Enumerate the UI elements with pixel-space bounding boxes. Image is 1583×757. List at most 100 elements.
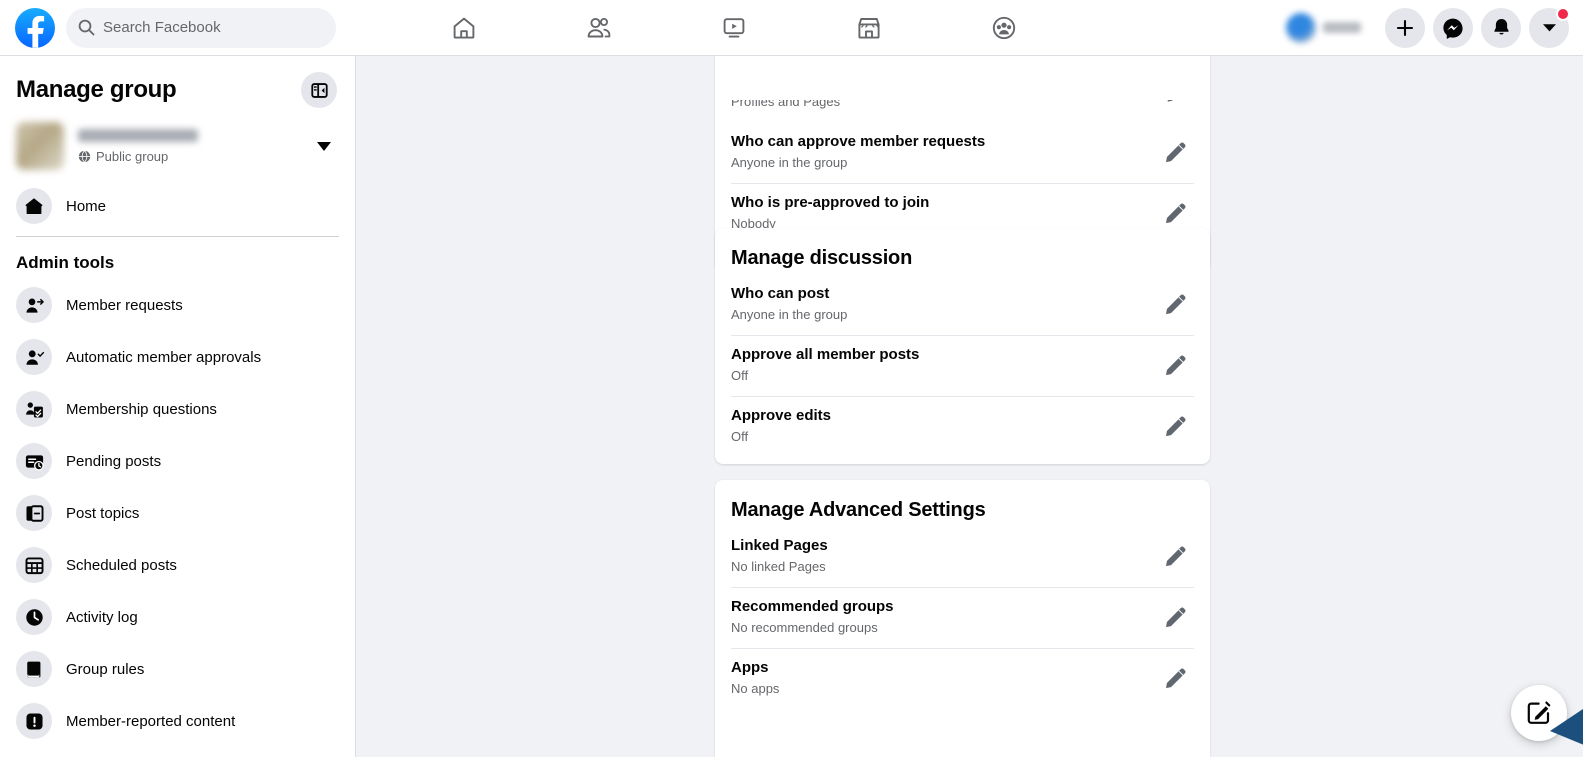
setting-value: Off [731,429,749,444]
sidebar-divider [16,236,339,237]
search-box[interactable] [66,7,336,48]
profile-chip[interactable] [1282,10,1371,46]
post-topics-icon [16,495,52,531]
nav-tab-home[interactable] [408,4,520,52]
setting-value: Anyone in the group [731,307,848,322]
edit-button[interactable] [1158,195,1194,231]
group-privacy-label: Public group [96,148,169,164]
sidebar-item-label: Group rules [66,660,145,678]
sidebar-item-label: Scheduled posts [66,556,177,574]
card-title: Manage Advanced Settings [731,499,986,521]
page-title: Manage group [16,76,177,103]
sidebar-item-home[interactable]: Home [0,180,355,232]
compose-button[interactable] [1511,685,1567,741]
setting-label: Who can post [731,285,830,302]
sidebar-item-label: Pending posts [66,452,162,470]
setting-row-linked-pages[interactable]: Linked Pages No linked Pages [715,526,1210,587]
nav-tab-groups[interactable] [948,4,1060,52]
edit-button[interactable] [1158,599,1194,635]
pencil-icon [1166,668,1186,689]
setting-row-apps[interactable]: Apps No apps [715,648,1210,709]
nav-tab-marketplace[interactable] [813,4,925,52]
sidebar-item-automatic-member-approvals[interactable]: Automatic member approvals [0,331,355,383]
create-button[interactable] [1385,7,1425,48]
pencil-icon [1166,546,1186,567]
bell-icon [1493,19,1509,35]
pencil-icon [1166,203,1186,224]
notifications-button[interactable] [1481,7,1521,48]
setting-label: Who is pre-approved to join [731,194,930,211]
main-content: Profiles and Pages Who can approve membe… [356,56,1583,757]
apps-edit-button[interactable] [1158,660,1194,696]
pencil-icon [1166,607,1186,628]
setting-value: Anyone in the group [731,155,848,170]
card-title: Manage discussion [731,247,913,269]
reported-content-icon [16,703,52,739]
sidebar-item-pending-posts[interactable]: Pending posts [0,435,355,487]
pencil-icon [1167,100,1173,102]
compose-icon [1527,701,1551,724]
setting-row-recommended-groups[interactable]: Recommended groups No recommended groups [715,587,1210,648]
activity-log-icon [16,599,52,635]
setting-value: No apps [731,681,780,696]
group-privacy: Public group [78,149,317,164]
scheduled-posts-icon [16,547,52,583]
facebook-logo-icon[interactable] [15,7,55,48]
edit-button[interactable] [1158,134,1194,170]
setting-value: Profiles and Pages [731,100,841,109]
membership-questions-icon [16,391,52,427]
nav-tab-friends[interactable] [543,4,655,52]
sidebar-item-label: Member requests [66,296,183,314]
group-selector[interactable]: Public group [0,116,355,180]
profile-name-redacted [1323,22,1361,33]
sidebar-item-membership-questions[interactable]: Membership questions [0,383,355,435]
setting-label: Recommended groups [731,598,894,615]
search-input[interactable] [103,19,324,36]
groups-icon [992,16,1015,39]
group-avatar [16,122,64,170]
sidebar-item-group-rules[interactable]: Group rules [0,643,355,695]
marketplace-icon [857,17,880,39]
pencil-icon [1166,355,1186,376]
plus-icon [1396,19,1414,36]
edit-button[interactable] [1158,347,1194,383]
sidebar-item-member-reported-content[interactable]: Member-reported content [0,695,355,747]
home-icon [16,188,52,224]
edit-button[interactable] [1158,408,1194,444]
panel-collapse-icon[interactable] [301,72,337,108]
setting-row-approve-edits[interactable]: Approve edits Off [715,396,1210,457]
notification-badge [1556,6,1570,21]
messenger-icon [1443,18,1463,39]
nav-tabs [396,0,1071,56]
sidebar-item-label: Member-reported content [66,712,236,730]
sidebar-item-scheduled-posts[interactable]: Scheduled posts [0,539,355,591]
group-rules-icon [16,651,52,687]
sidebar-item-member-requests[interactable]: Member requests [0,279,355,331]
top-navigation-bar [0,0,1583,56]
edit-button[interactable] [1158,538,1194,574]
automatic-approvals-icon [16,339,52,375]
nav-tab-video[interactable] [678,4,790,52]
sidebar-item-label: Automatic member approvals [66,348,262,366]
setting-row-profiles-and-pages[interactable]: Profiles and Pages [715,100,1210,122]
sidebar-item-label: Home [66,197,107,215]
chevron-down-icon[interactable] [317,141,331,151]
setting-label: Approve all member posts [731,346,920,363]
pencil-icon [1166,416,1186,437]
home-icon [453,17,474,39]
edit-button[interactable] [1158,100,1194,111]
setting-row-who-can-post[interactable]: Who can post Anyone in the group [715,274,1210,335]
setting-label: Who can approve member requests [731,133,986,150]
setting-value: Off [731,368,749,383]
edit-button[interactable] [1158,286,1194,322]
sidebar-item-activity-log[interactable]: Activity log [0,591,355,643]
pending-posts-icon [16,443,52,479]
chevron-down-icon [1542,24,1556,32]
setting-row-approve-all-member-posts[interactable]: Approve all member posts Off [715,335,1210,396]
messenger-button[interactable] [1433,7,1473,48]
setting-value: No linked Pages [731,559,826,574]
account-menu-button[interactable] [1529,6,1570,48]
sidebar-item-post-topics[interactable]: Post topics [0,487,355,539]
setting-row-who-can-approve-member-requests[interactable]: Who can approve member requests Anyone i… [715,122,1210,183]
sidebar-item-label: Membership questions [66,400,217,418]
